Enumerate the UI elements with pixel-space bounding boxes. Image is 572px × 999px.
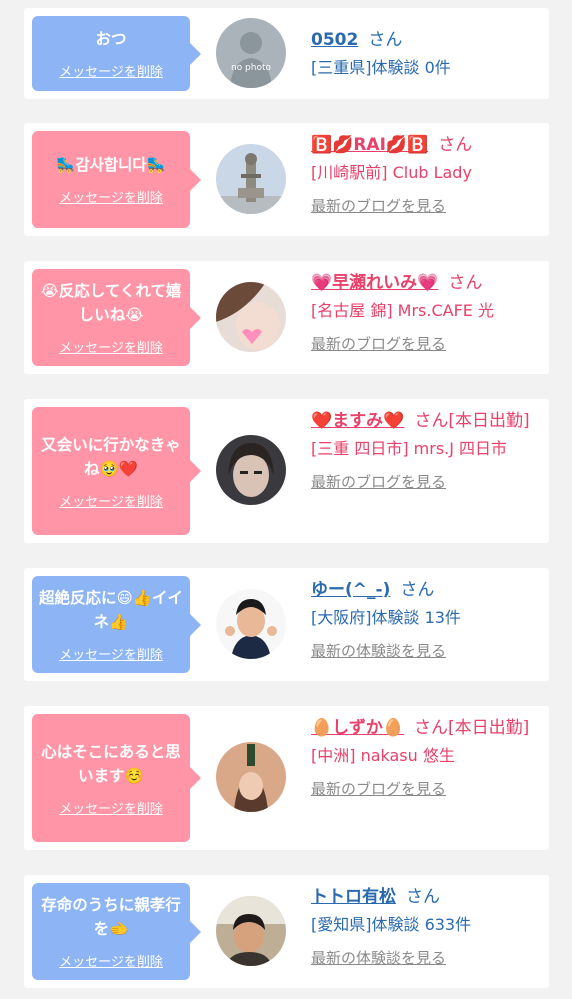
user-name-link[interactable]: 0502 [311,30,358,50]
user-subtitle: [大阪府]体験談 13件 [311,608,461,627]
delete-message-link[interactable]: メッセージを削除 [59,61,163,80]
message-bubble: 存命のうちに親孝行を🫲 メッセージを削除 [32,883,201,980]
user-subtitle: [中洲] nakasu 悠生 [311,746,455,765]
message-card: おつ メッセージを削除 no photo 0502 さん [三重県]体験談 0件 [24,8,549,99]
message-text: 心はそこにあると思います☺️ [41,742,181,785]
message-card: 存命のうちに親孝行を🫲 メッセージを削除 トトロ有松 さん [愛知県]体験談 63… [24,875,549,988]
message-text: おつ [95,30,127,48]
message-text: 🛼감사합니다🛼 [56,156,166,174]
honorific: さん [438,135,473,155]
message-bubble: 😭反応してくれて嬉しいね😭 メッセージを削除 [32,269,201,366]
message-list: おつ メッセージを削除 no photo 0502 さん [三重県]体験談 0件 … [0,0,572,999]
user-subtitle: [名古屋 錦] Mrs.CAFE 光 [311,301,494,320]
honorific: さん[本日出勤] [414,411,530,431]
avatar[interactable] [216,144,286,214]
message-card: 又会いに行かなきゃね🥹❤️ メッセージを削除 ❤️ますみ❤️ さん[本日出勤] [… [24,399,549,543]
latest-blog-link[interactable]: 最新のブログを見る [311,779,541,799]
latest-blog-link[interactable]: 最新のブログを見る [311,196,541,216]
message-text: 又会いに行かなきゃね🥹❤️ [41,435,181,478]
user-info: トトロ有松 さん [愛知県]体験談 633件 最新の体験談を見る [311,883,541,968]
user-info: 🥚しずか🥚 さん[本日出勤] [中洲] nakasu 悠生 最新のブログを見る [311,714,541,799]
honorific: さん [400,580,435,600]
latest-review-link[interactable]: 最新の体験談を見る [311,948,541,968]
message-card: 🛼감사합니다🛼 メッセージを削除 🅱️💋RAI💋🅱️ さん [川崎駅前] Club… [24,123,549,236]
message-text: 存命のうちに親孝行を🫲 [41,896,181,938]
message-bubble: 心はそこにあると思います☺️ メッセージを削除 [32,714,201,842]
user-name-link[interactable]: 💗早瀬れいみ💗 [311,273,438,293]
message-card: 心はそこにあると思います☺️ メッセージを削除 🥚しずか🥚 さん[本日出勤] [中… [24,706,549,850]
avatar[interactable] [216,896,286,966]
avatar[interactable] [216,435,286,505]
user-subtitle: [三重 四日市] mrs.J 四日市 [311,439,508,458]
delete-message-link[interactable]: メッセージを削除 [59,951,163,970]
message-card: 超絶反応に😄👍イイネ👍 メッセージを削除 ゆー(^_-) さん [大阪府]体験談 … [24,568,549,681]
honorific: さん [448,273,483,293]
user-info: 💗早瀬れいみ💗 さん [名古屋 錦] Mrs.CAFE 光 最新のブログを見る [311,269,541,354]
message-text: 😭反応してくれて嬉しいね😭 [40,282,182,324]
latest-review-link[interactable]: 最新の体験談を見る [311,641,541,661]
honorific: さん [368,30,403,50]
user-subtitle: [愛知県]体験談 633件 [311,915,472,934]
message-bubble: 🛼감사합니다🛼 メッセージを削除 [32,131,201,228]
avatar[interactable] [216,282,286,352]
honorific: さん [406,887,440,907]
user-subtitle: [川崎駅前] Club Lady [311,163,472,182]
delete-message-link[interactable]: メッセージを削除 [59,187,163,206]
user-name-link[interactable]: ❤️ますみ❤️ [311,411,404,431]
message-bubble: 超絶反応に😄👍イイネ👍 メッセージを削除 [32,576,201,673]
user-name-link[interactable]: 🅱️💋RAI💋🅱️ [311,135,428,155]
delete-message-link[interactable]: メッセージを削除 [59,644,163,663]
latest-blog-link[interactable]: 最新のブログを見る [311,334,541,354]
user-info: 🅱️💋RAI💋🅱️ さん [川崎駅前] Club Lady 最新のブログを見る [311,131,541,216]
user-info: ❤️ますみ❤️ さん[本日出勤] [三重 四日市] mrs.J 四日市 最新のブロ… [311,407,541,492]
message-bubble: おつ メッセージを削除 [32,16,201,91]
user-name-link[interactable]: ゆー(^_-) [311,580,390,600]
message-card: 😭反応してくれて嬉しいね😭 メッセージを削除 💗早瀬れいみ💗 さん [名古屋 錦]… [24,261,549,374]
user-subtitle: [三重県]体験談 0件 [311,58,451,77]
honorific: さん[本日出勤] [414,718,530,738]
user-info: ゆー(^_-) さん [大阪府]体験談 13件 最新の体験談を見る [311,576,541,661]
delete-message-link[interactable]: メッセージを削除 [59,337,163,356]
latest-blog-link[interactable]: 最新のブログを見る [311,472,541,492]
avatar[interactable] [216,742,286,812]
avatar[interactable] [216,589,286,659]
user-name-link[interactable]: トトロ有松 [311,887,396,907]
user-name-link[interactable]: 🥚しずか🥚 [311,718,404,738]
message-text: 超絶反応に😄👍イイネ👍 [39,589,183,631]
user-info: 0502 さん [三重県]体験談 0件 [311,26,541,80]
avatar[interactable]: no photo [216,18,286,88]
message-bubble: 又会いに行かなきゃね🥹❤️ メッセージを削除 [32,407,201,535]
no-photo-label: no photo [231,63,272,73]
delete-message-link[interactable]: メッセージを削除 [59,491,163,510]
delete-message-link[interactable]: メッセージを削除 [59,798,163,817]
